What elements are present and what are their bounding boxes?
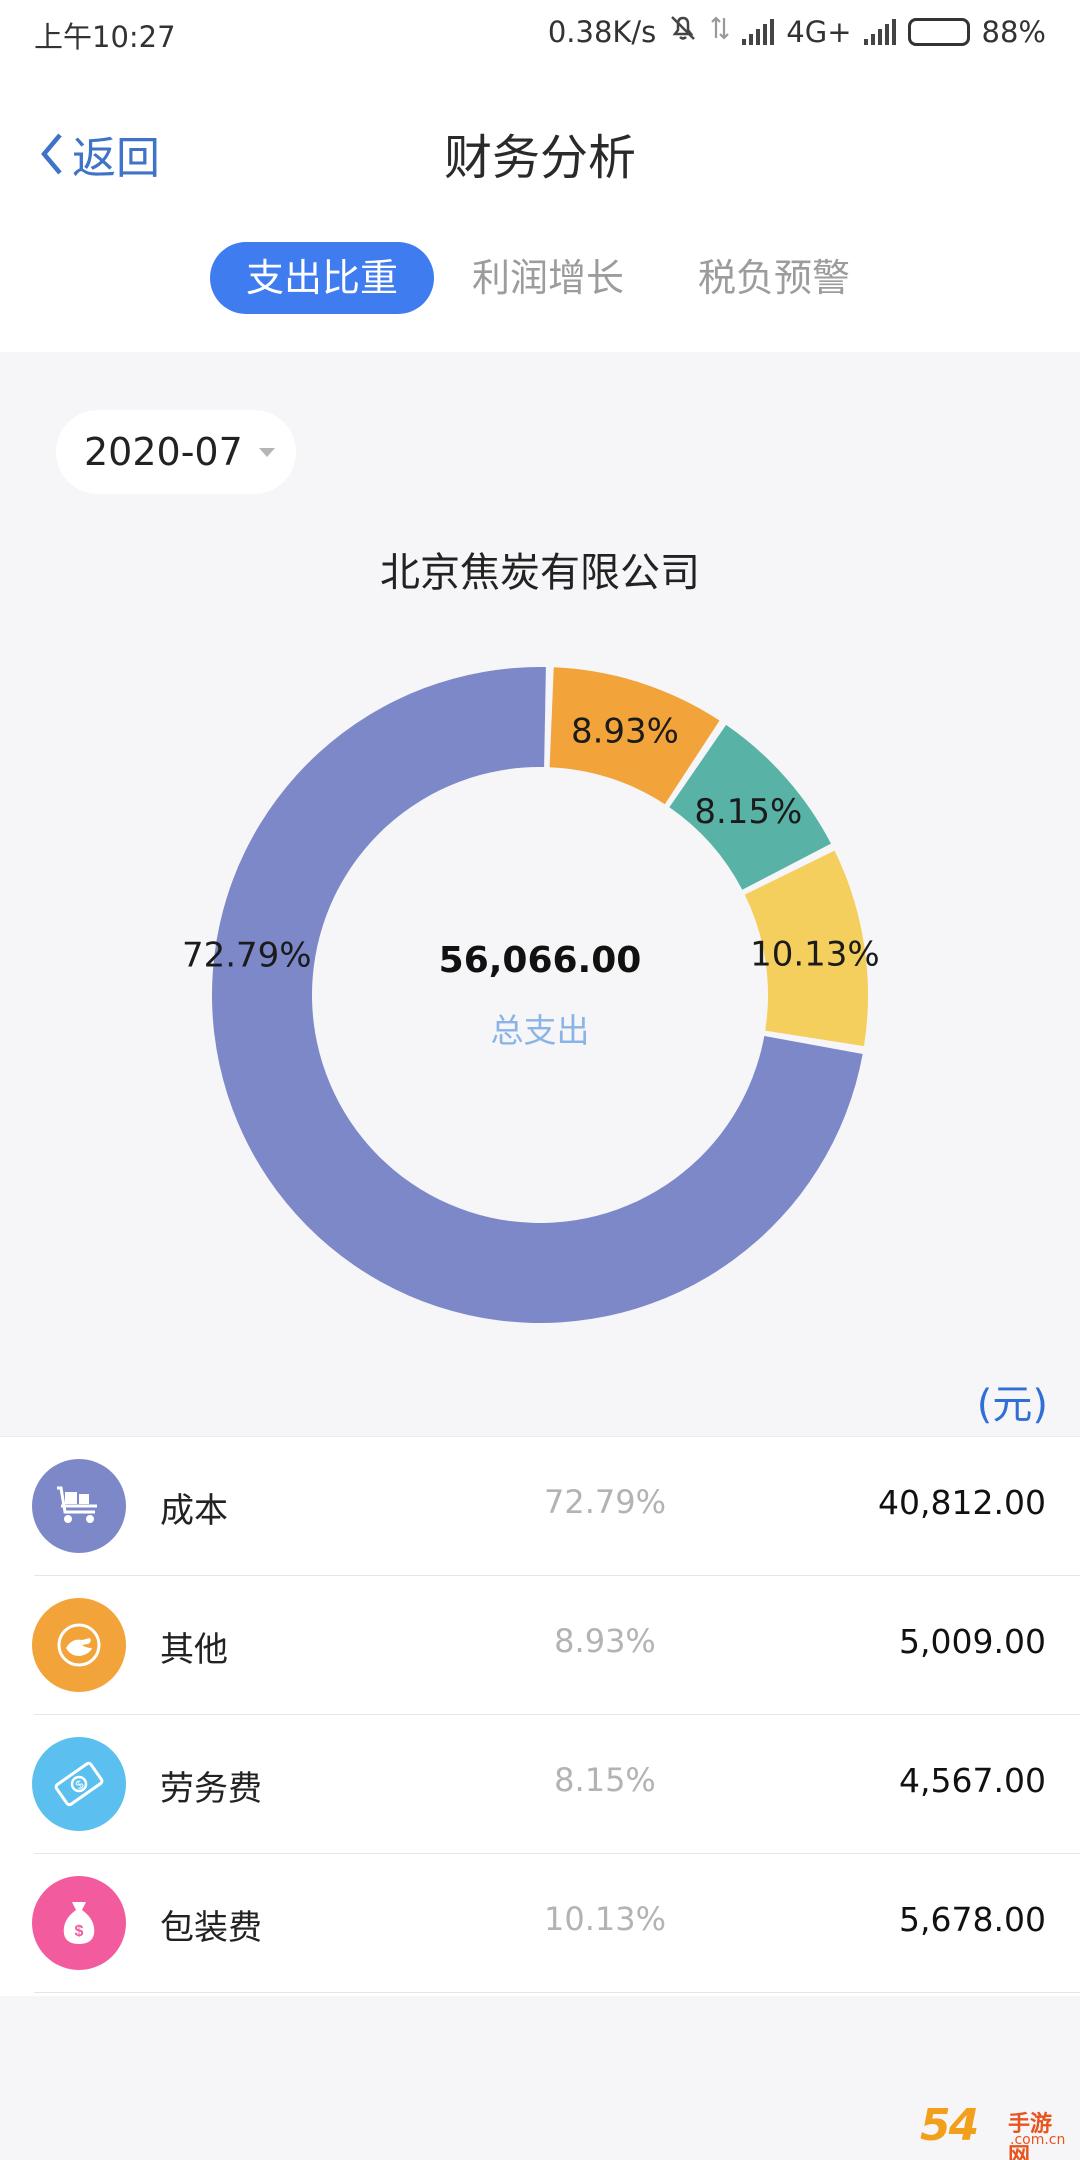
status-bar: 上午10:27 0.38K/s 4G+ 88% (0, 0, 1080, 70)
expense-list: 成本 72.79% 40,812.00 其他 8.93% 5,009.00 $ … (0, 1436, 1080, 1996)
date-selector[interactable]: 2020-07 (56, 410, 296, 494)
nav-bar: 返回 财务分析 (0, 110, 1080, 190)
cart-icon (32, 1459, 126, 1553)
status-icons: 0.38K/s 4G+ 88% (548, 14, 1046, 49)
list-item[interactable]: $ 劳务费 8.15% 4,567.00 (0, 1715, 1080, 1854)
slice-label-0: 72.79% (182, 936, 312, 976)
caret-down-icon (258, 447, 275, 457)
slice-label-2: 8.15% (694, 792, 802, 832)
item-name: 成本 (160, 1491, 228, 1531)
watermark-logo: 54 手游网 .com.cn (920, 2100, 1070, 2160)
tab-expense-ratio[interactable]: 支出比重 (210, 242, 434, 314)
watermark-number: 54 (920, 2100, 979, 2151)
status-time: 上午10:27 (34, 20, 176, 54)
list-item[interactable]: $ 包装费 10.13% 5,678.00 (0, 1854, 1080, 1993)
money-bag-icon: $ (32, 1876, 126, 1970)
item-percent: 8.15% (554, 1761, 656, 1799)
battery-icon (907, 17, 970, 46)
item-amount: 40,812.00 (878, 1483, 1046, 1522)
item-percent: 72.79% (543, 1483, 666, 1521)
data-transfer-icon (710, 14, 730, 49)
slice-label-1: 8.93% (571, 711, 679, 751)
network-type: 4G+ (786, 14, 852, 49)
svg-text:$: $ (75, 1923, 84, 1940)
total-expense-value: 56,066.00 (439, 940, 642, 981)
company-name: 北京焦炭有限公司 (380, 550, 700, 596)
list-item[interactable]: 其他 8.93% 5,009.00 (0, 1576, 1080, 1715)
tab-profit-growth[interactable]: 利润增长 (436, 242, 660, 314)
signal-icon (742, 18, 775, 45)
item-amount: 5,678.00 (899, 1900, 1046, 1939)
unit-label: (元) (976, 1382, 1048, 1428)
money-bill-icon: $ (32, 1737, 126, 1831)
item-amount: 5,009.00 (899, 1622, 1046, 1661)
item-name: 包装费 (160, 1908, 262, 1948)
hand-icon (32, 1598, 126, 1692)
donut-svg: 72.79% 8.93% 8.15% 10.13% 56,066.00 总支出 (182, 667, 880, 1323)
item-name: 其他 (160, 1630, 228, 1670)
list-item[interactable]: 成本 72.79% 40,812.00 (0, 1437, 1080, 1576)
item-name: 劳务费 (160, 1769, 262, 1809)
mute-icon (668, 14, 698, 49)
divider (34, 1992, 1080, 1993)
expense-donut-chart: 72.79% 8.93% 8.15% 10.13% 56,066.00 总支出 (0, 620, 1080, 1340)
item-amount: 4,567.00 (899, 1761, 1046, 1800)
item-percent: 10.13% (543, 1900, 666, 1938)
date-value: 2020-07 (84, 430, 243, 474)
tab-bar: 支出比重 利润增长 税负预警 (0, 242, 1080, 316)
watermark-sub: .com.cn (1010, 2132, 1066, 2148)
battery-percent: 88% (981, 14, 1046, 49)
page-title: 财务分析 (443, 130, 636, 186)
tab-tax-warning[interactable]: 税负预警 (662, 242, 886, 314)
total-expense-label: 总支出 (491, 1011, 590, 1050)
slice-label-3: 10.13% (750, 935, 880, 975)
signal-icon-2 (863, 18, 896, 45)
network-speed: 0.38K/s (547, 14, 657, 49)
item-percent: 8.93% (554, 1622, 656, 1660)
